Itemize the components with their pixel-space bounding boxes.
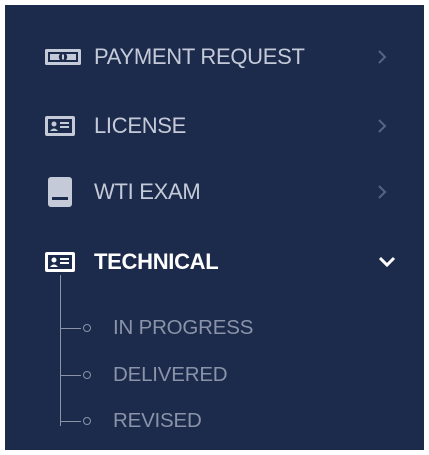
menu-item-label: PAYMENT REQUEST bbox=[94, 44, 305, 69]
id-card-icon bbox=[45, 252, 75, 272]
submenu-item-label: REVISED bbox=[113, 409, 202, 432]
sidebar-menu: PAYMENT REQUEST LICENSE WTI EXAM TECHNIC… bbox=[5, 5, 424, 450]
id-card-icon bbox=[45, 116, 75, 136]
menu-item-wti-exam[interactable]: WTI EXAM bbox=[5, 168, 424, 216]
chevron-right-icon bbox=[378, 185, 387, 199]
menu-item-technical[interactable]: TECHNICAL bbox=[5, 238, 424, 286]
submenu-item-label: IN PROGRESS bbox=[113, 316, 254, 339]
money-bill-icon bbox=[45, 49, 81, 65]
circle-bullet-icon bbox=[83, 371, 91, 379]
submenu-item-revised[interactable]: REVISED bbox=[61, 403, 361, 439]
tree-branch bbox=[61, 375, 81, 376]
tree-branch bbox=[61, 421, 81, 422]
menu-item-label: TECHNICAL bbox=[94, 249, 219, 274]
menu-item-license[interactable]: LICENSE bbox=[5, 102, 424, 150]
submenu-item-delivered[interactable]: DELIVERED bbox=[61, 357, 361, 393]
chevron-right-icon bbox=[378, 119, 387, 133]
circle-bullet-icon bbox=[83, 417, 91, 425]
circle-bullet-icon bbox=[83, 324, 91, 332]
menu-item-payment-request[interactable]: PAYMENT REQUEST bbox=[5, 33, 424, 81]
chevron-down-icon bbox=[378, 256, 396, 268]
tree-branch bbox=[61, 328, 81, 329]
menu-item-label: LICENSE bbox=[94, 113, 187, 138]
submenu-item-in-progress[interactable]: IN PROGRESS bbox=[61, 310, 361, 346]
menu-item-label: WTI EXAM bbox=[94, 179, 201, 204]
submenu-item-label: DELIVERED bbox=[113, 363, 228, 386]
book-icon bbox=[48, 177, 72, 207]
chevron-right-icon bbox=[378, 50, 387, 64]
